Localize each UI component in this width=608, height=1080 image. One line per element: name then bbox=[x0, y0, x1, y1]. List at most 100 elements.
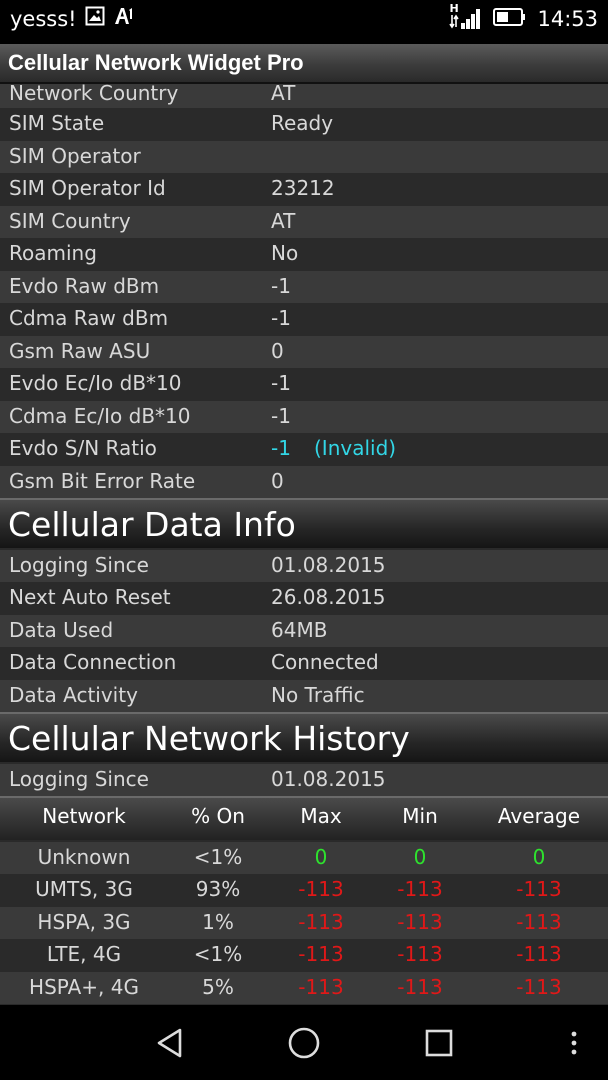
row-value: AT bbox=[271, 209, 296, 233]
cell-network: LTE, 4G bbox=[46, 942, 122, 966]
data-row-data-connection: Data Connection Connected bbox=[0, 647, 608, 679]
cell-min: -113 bbox=[397, 975, 443, 999]
row-label: Network Country bbox=[9, 84, 179, 105]
col-header-min: Min bbox=[402, 804, 438, 828]
back-button[interactable] bbox=[148, 1023, 192, 1063]
info-row-sim-country: SIM Country AT bbox=[0, 206, 608, 238]
section-title: Cellular Data Info bbox=[8, 505, 296, 544]
cell-network: UMTS, 3G bbox=[35, 877, 133, 901]
row-value: No Traffic bbox=[271, 683, 365, 707]
row-label: Data Activity bbox=[9, 683, 138, 707]
data-row-data-activity: Data Activity No Traffic bbox=[0, 680, 608, 712]
history-row-logging-since: Logging Since 01.08.2015 bbox=[0, 764, 608, 796]
info-row-sim-operator-id: SIM Operator Id 23212 bbox=[0, 173, 608, 205]
row-value: 0 bbox=[271, 339, 284, 363]
row-value: 01.08.2015 bbox=[271, 553, 386, 577]
section-header-data-info: Cellular Data Info bbox=[0, 498, 608, 548]
row-label: SIM Operator bbox=[9, 144, 141, 168]
history-row-unknown: Unknown <1% 0 0 0 bbox=[0, 842, 608, 874]
cell-min: -113 bbox=[397, 877, 443, 901]
row-label: Data Used bbox=[9, 618, 114, 642]
section-header-network-history: Cellular Network History bbox=[0, 712, 608, 762]
history-table-header: Network % On Max Min Average bbox=[0, 796, 608, 840]
gallery-notification-icon bbox=[85, 6, 105, 31]
row-value: 01.08.2015 bbox=[271, 767, 386, 791]
row-value: Ready bbox=[271, 111, 334, 135]
row-value: Connected bbox=[271, 650, 379, 674]
section-title: Cellular Network History bbox=[8, 719, 410, 758]
home-icon bbox=[288, 1027, 320, 1059]
row-value: 64MB bbox=[271, 618, 328, 642]
info-row-sim-operator: SIM Operator bbox=[0, 141, 608, 173]
row-value: -1 bbox=[271, 404, 291, 428]
cell-pct-on: 1% bbox=[202, 910, 234, 934]
col-header-max: Max bbox=[300, 804, 342, 828]
history-row-umts-3g: UMTS, 3G 93% -113 -113 -113 bbox=[0, 874, 608, 906]
clock: 14:53 bbox=[537, 7, 598, 31]
status-bar: yesss! H 14:53 bbox=[0, 0, 608, 44]
cell-pct-on: 93% bbox=[195, 877, 241, 901]
row-label: SIM State bbox=[9, 111, 105, 135]
a1-app-notification-icon bbox=[113, 6, 135, 31]
col-header-average: Average bbox=[497, 804, 581, 828]
info-row-evdo-ecio: Evdo Ec/Io dB*10 -1 bbox=[0, 368, 608, 400]
overflow-menu-button[interactable] bbox=[552, 1023, 596, 1063]
cell-max: 0 bbox=[314, 845, 328, 869]
battery-icon bbox=[493, 7, 527, 32]
overflow-menu-icon bbox=[571, 1031, 577, 1055]
cell-network: HSPA, 3G bbox=[37, 910, 131, 934]
cell-average: -113 bbox=[516, 910, 562, 934]
col-header-network: Network bbox=[42, 804, 126, 828]
cell-pct-on: 5% bbox=[202, 975, 234, 999]
data-row-logging-since: Logging Since 01.08.2015 bbox=[0, 550, 608, 582]
row-label: Data Connection bbox=[9, 650, 177, 674]
row-label: Cdma Raw dBm bbox=[9, 306, 169, 330]
recents-button[interactable] bbox=[417, 1023, 461, 1063]
cell-min: -113 bbox=[397, 942, 443, 966]
scroll-content[interactable]: Network Country AT SIM State Ready SIM O… bbox=[0, 84, 608, 1005]
home-button[interactable] bbox=[282, 1023, 326, 1063]
cell-max: -113 bbox=[298, 910, 344, 934]
signal-strength-icon: H bbox=[449, 2, 483, 32]
cell-max: -113 bbox=[298, 975, 344, 999]
cell-average: 0 bbox=[532, 845, 546, 869]
invalid-note: (Invalid) bbox=[314, 436, 397, 460]
row-value: -1 bbox=[271, 306, 291, 330]
recents-icon bbox=[425, 1029, 453, 1057]
cell-average: -113 bbox=[516, 942, 562, 966]
data-row-data-used: Data Used 64MB bbox=[0, 615, 608, 647]
app-title-bar: Cellular Network Widget Pro bbox=[0, 44, 608, 84]
info-row-roaming: Roaming No bbox=[0, 238, 608, 270]
cell-average: -113 bbox=[516, 877, 562, 901]
back-icon bbox=[157, 1028, 182, 1058]
row-value: 0 bbox=[271, 469, 284, 493]
cell-average: -113 bbox=[516, 975, 562, 999]
cell-max: -113 bbox=[298, 877, 344, 901]
info-row-evdo-raw-dbm: Evdo Raw dBm -1 bbox=[0, 271, 608, 303]
row-label: Next Auto Reset bbox=[9, 585, 171, 609]
cell-network: Unknown bbox=[37, 845, 131, 869]
row-label: Roaming bbox=[9, 241, 97, 265]
carrier-name: yesss! bbox=[10, 6, 77, 31]
info-row-gsm-bit-error-rate: Gsm Bit Error Rate 0 bbox=[0, 466, 608, 498]
info-row-evdo-sn-ratio: Evdo S/N Ratio -1 (Invalid) bbox=[0, 433, 608, 465]
info-row-cdma-raw-dbm: Cdma Raw dBm -1 bbox=[0, 303, 608, 335]
navigation-bar bbox=[0, 1005, 608, 1080]
row-label: Logging Since bbox=[9, 553, 149, 577]
row-value: -1 bbox=[271, 371, 291, 395]
row-value: AT bbox=[271, 84, 296, 105]
col-header-pct-on: % On bbox=[191, 804, 245, 828]
row-value: 26.08.2015 bbox=[271, 585, 386, 609]
row-label: Logging Since bbox=[9, 767, 149, 791]
cell-pct-on: <1% bbox=[193, 942, 243, 966]
row-label: SIM Operator Id bbox=[9, 176, 166, 200]
row-label: Gsm Bit Error Rate bbox=[9, 469, 196, 493]
history-row-hspa-3g: HSPA, 3G 1% -113 -113 -113 bbox=[0, 907, 608, 939]
row-value: No bbox=[271, 241, 299, 265]
cell-pct-on: <1% bbox=[193, 845, 243, 869]
info-row-cdma-ecio: Cdma Ec/Io dB*10 -1 bbox=[0, 401, 608, 433]
cell-max: -113 bbox=[298, 942, 344, 966]
history-row-hspa-plus-4g: HSPA+, 4G 5% -113 -113 -113 bbox=[0, 972, 608, 1004]
row-label: Evdo Ec/Io dB*10 bbox=[9, 371, 182, 395]
row-label: Cdma Ec/Io dB*10 bbox=[9, 404, 191, 428]
